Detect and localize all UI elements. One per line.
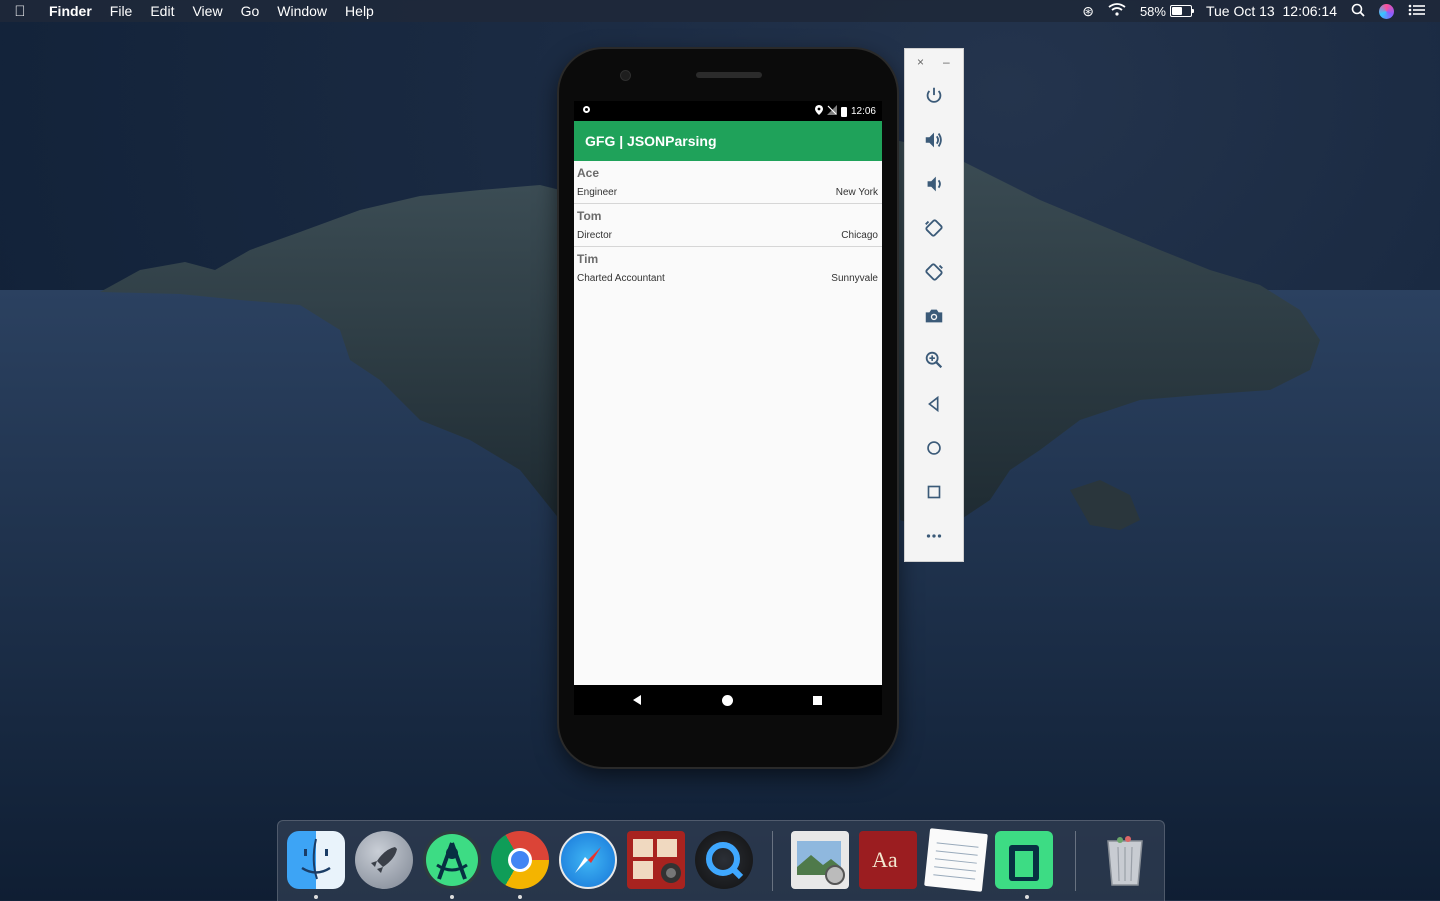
dock-chrome-icon[interactable] bbox=[491, 831, 549, 889]
list-item[interactable]: Tom Director Chicago bbox=[574, 204, 882, 247]
dock: Aa bbox=[277, 820, 1165, 901]
emulator-toolbar: × – bbox=[904, 48, 964, 562]
location-icon bbox=[814, 105, 823, 118]
nav-overview-icon[interactable] bbox=[813, 696, 822, 705]
employee-list[interactable]: Ace Engineer New York Tom Director Chica… bbox=[574, 161, 882, 685]
dock-safari-icon[interactable] bbox=[559, 831, 617, 889]
overview-icon[interactable] bbox=[922, 480, 946, 504]
employee-designation: Charted Accountant bbox=[577, 273, 665, 284]
dock-launchpad-icon[interactable] bbox=[355, 831, 413, 889]
close-icon[interactable]: × bbox=[917, 55, 924, 69]
dock-android-studio-icon[interactable] bbox=[423, 831, 481, 889]
earpiece-speaker bbox=[696, 72, 762, 78]
device-screen[interactable]: 12:06 GFG | JSONParsing Ace Engineer New… bbox=[574, 101, 882, 715]
zoom-icon[interactable] bbox=[922, 348, 946, 372]
minimize-icon[interactable]: – bbox=[943, 55, 950, 69]
battery-percent[interactable]: 58% bbox=[1140, 4, 1166, 19]
clock[interactable]: Tue Oct 13 12:06:14 bbox=[1206, 3, 1337, 19]
dock-android-emulator-icon[interactable] bbox=[995, 831, 1053, 889]
menu-edit[interactable]: Edit bbox=[141, 0, 183, 22]
employee-name: Tim bbox=[577, 252, 599, 266]
menu-file[interactable]: File bbox=[101, 0, 142, 22]
menu-go[interactable]: Go bbox=[232, 0, 269, 22]
running-indicator bbox=[1025, 895, 1029, 899]
camera-icon[interactable] bbox=[922, 304, 946, 328]
dock-dictionary-icon[interactable]: Aa bbox=[859, 831, 917, 889]
back-icon[interactable] bbox=[922, 392, 946, 416]
dock-textedit-icon[interactable] bbox=[924, 828, 988, 892]
nav-home-icon[interactable] bbox=[722, 695, 733, 706]
employee-designation: Engineer bbox=[577, 187, 618, 198]
rotate-right-icon[interactable] bbox=[922, 260, 946, 284]
nav-back-icon[interactable] bbox=[633, 695, 641, 705]
dock-separator bbox=[1075, 831, 1076, 891]
status-battery-icon bbox=[840, 106, 847, 117]
android-status-bar: 12:06 bbox=[574, 101, 882, 121]
volume-up-icon[interactable] bbox=[922, 128, 946, 152]
status-notification-icon bbox=[583, 106, 590, 113]
status-time: 12:06 bbox=[850, 106, 876, 117]
volume-down-icon[interactable] bbox=[922, 172, 946, 196]
employee-name: Ace bbox=[577, 166, 600, 180]
front-camera bbox=[620, 70, 631, 81]
siri-icon[interactable] bbox=[1379, 3, 1394, 19]
dock-separator bbox=[772, 831, 773, 891]
bluetooth-icon[interactable]: ⊛ bbox=[1082, 3, 1094, 20]
employee-location: Chicago bbox=[841, 230, 878, 241]
list-item[interactable]: Ace Engineer New York bbox=[574, 161, 882, 204]
app-toolbar: GFG | JSONParsing bbox=[574, 121, 882, 161]
running-indicator bbox=[450, 895, 454, 899]
list-item[interactable]: Tim Charted Accountant Sunnyvale bbox=[574, 247, 882, 289]
app-title: GFG | JSONParsing bbox=[585, 133, 717, 149]
employee-name: Tom bbox=[577, 209, 602, 223]
menu-view[interactable]: View bbox=[183, 0, 231, 22]
android-emulator-device: 12:06 GFG | JSONParsing Ace Engineer New… bbox=[559, 49, 897, 767]
dock-finder-icon[interactable] bbox=[287, 831, 345, 889]
employee-location: Sunnyvale bbox=[831, 273, 878, 284]
notification-center-icon[interactable] bbox=[1408, 3, 1426, 19]
menu-bar:  Finder File Edit View Go Window Help ⊛… bbox=[0, 0, 1440, 22]
rotate-left-icon[interactable] bbox=[922, 216, 946, 240]
wifi-icon[interactable] bbox=[1108, 3, 1126, 19]
signal-icon bbox=[826, 105, 837, 118]
employee-designation: Director bbox=[577, 230, 613, 241]
running-indicator bbox=[518, 895, 522, 899]
apple-icon[interactable]:  bbox=[0, 3, 40, 20]
menu-window[interactable]: Window bbox=[268, 0, 336, 22]
more-icon[interactable] bbox=[922, 524, 946, 548]
home-icon[interactable] bbox=[922, 436, 946, 460]
dock-trash-icon[interactable] bbox=[1096, 831, 1154, 889]
menu-finder[interactable]: Finder bbox=[40, 0, 101, 22]
dock-photo-booth-icon[interactable] bbox=[627, 831, 685, 889]
running-indicator bbox=[314, 895, 318, 899]
menu-help[interactable]: Help bbox=[336, 0, 383, 22]
android-nav-bar bbox=[574, 685, 882, 715]
power-icon[interactable] bbox=[922, 84, 946, 108]
spotlight-search-icon[interactable] bbox=[1351, 3, 1365, 20]
employee-location: New York bbox=[835, 187, 878, 198]
dock-quicktime-icon[interactable] bbox=[695, 831, 753, 889]
dictionary-icon-label: Aa bbox=[872, 847, 898, 872]
dock-preview-icon[interactable] bbox=[791, 831, 849, 889]
battery-icon[interactable] bbox=[1169, 5, 1194, 17]
